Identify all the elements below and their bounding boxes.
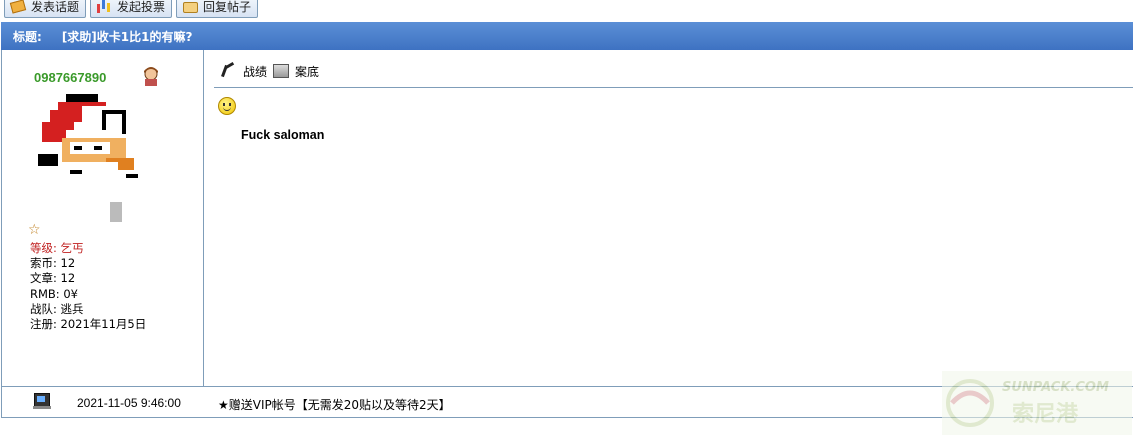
author-panel: 0987667890 ☆ 等级: 乞丐 索币: 12 文章: 12 RMB: 0…: [2, 50, 204, 386]
new-poll-button[interactable]: 发起投票: [90, 0, 173, 18]
watermark-line1: SUNPACK.COM: [1002, 380, 1109, 395]
sunpack-watermark: SUNPACK.COM 索尼港: [942, 371, 1132, 435]
team-value: 逃兵: [60, 301, 84, 316]
articles-label: 文章:: [30, 271, 57, 286]
author-info: 等级: 乞丐 索币: 12 文章: 12 RMB: 0¥ 战队: 逃兵 注册: …: [30, 241, 146, 332]
avatar-santa: [34, 94, 150, 222]
articles-value: 12: [60, 271, 76, 286]
rmb-value: 0¥: [63, 286, 78, 301]
new-topic-button[interactable]: 发表话题: [4, 0, 87, 18]
smiley-icon: [218, 97, 236, 115]
rmb-row: RMB: 0¥: [30, 287, 146, 302]
record-link[interactable]: 战绩: [243, 63, 267, 80]
registered-value: 2021年11月5日: [60, 317, 147, 332]
new-topic-label: 发表话题: [31, 0, 80, 14]
coins-row: 索币: 12: [30, 256, 146, 271]
file-link[interactable]: 案底: [295, 63, 319, 80]
computer-icon: [33, 393, 51, 409]
poll-icon: [95, 0, 113, 14]
gender-icon: [144, 67, 158, 86]
reply-button[interactable]: 回复帖子: [176, 0, 259, 18]
reply-label: 回复帖子: [203, 0, 252, 14]
topic-title: [求助]收卡1比1的有嘛?: [61, 29, 193, 44]
registered-label: 注册:: [30, 317, 57, 332]
new-poll-label: 发起投票: [117, 0, 166, 14]
level-value: 乞丐: [60, 241, 84, 255]
file-icon[interactable]: [273, 64, 290, 78]
post-body: Fuck saloman: [241, 128, 325, 142]
post-time: 2021-11-05 9:46:00: [77, 396, 181, 410]
rmb-label: RMB:: [30, 286, 60, 301]
runner-icon[interactable]: [219, 62, 237, 80]
actions-divider: [214, 87, 1133, 88]
topic-title-bar: 标题: [求助]收卡1比1的有嘛?: [1, 22, 1133, 50]
coins-value: 12: [60, 256, 76, 271]
vip-link[interactable]: ★赠送VIP帐号【无需发20贴以及等待2天】: [218, 396, 451, 413]
post-actions: 战绩 案底: [219, 62, 319, 80]
level-label: 等级:: [30, 241, 57, 255]
level-row: 等级: 乞丐: [30, 241, 146, 256]
reply-icon: [181, 0, 199, 14]
post-frame: 0987667890 ☆ 等级: 乞丐 索币: 12 文章: 12 RMB: 0…: [1, 50, 1133, 418]
post-toolbar: 发表话题 发起投票 回复帖子: [4, 0, 259, 18]
team-label: 战队:: [30, 301, 57, 316]
star-icon: ☆: [28, 222, 41, 238]
post-icon: [9, 0, 27, 14]
articles-row: 文章: 12: [30, 271, 146, 286]
title-label: 标题:: [13, 29, 42, 44]
coins-label: 索币:: [30, 256, 57, 271]
registered-row: 注册: 2021年11月5日: [30, 317, 146, 332]
watermark-line2: 索尼港: [1012, 402, 1079, 427]
team-row: 战队: 逃兵: [30, 302, 146, 317]
author-username[interactable]: 0987667890: [34, 70, 106, 85]
